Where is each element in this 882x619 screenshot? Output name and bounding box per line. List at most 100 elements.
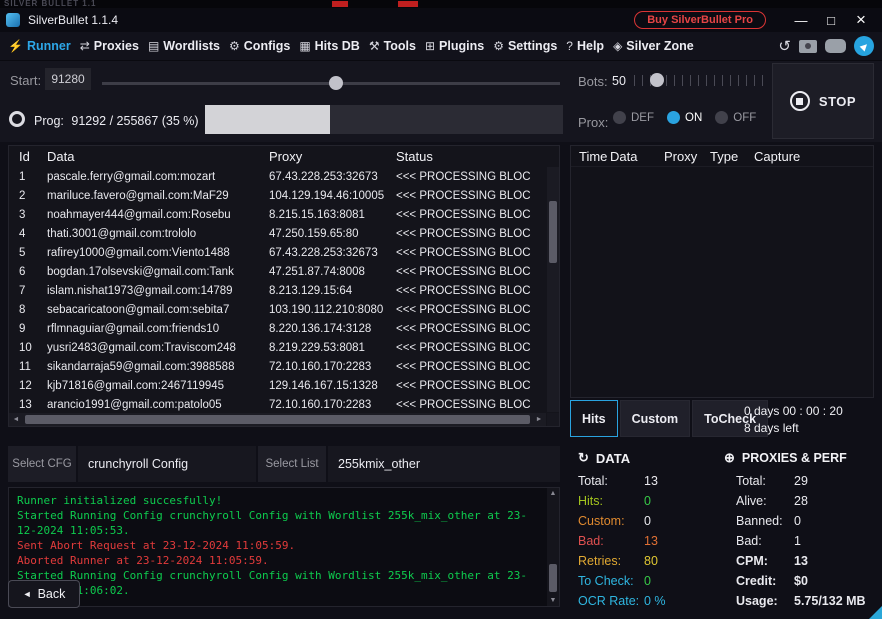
table-row[interactable]: 7 islam.nishat1973@gmail.com:14789 8.213… [9,281,559,300]
stop-label: STOP [819,94,856,109]
col-header-data[interactable]: Data [47,149,269,164]
log-line: Sent Abort Request at 23-12-2024 11:05:5… [17,538,541,553]
results-vertical-scrollbar[interactable] [547,167,559,412]
scrollbar-thumb[interactable] [549,564,557,592]
abort-ring-icon[interactable] [9,111,25,127]
table-row[interactable]: 9 rflmnaguiar@gmail.com:friends10 8.220.… [9,319,559,338]
radio-icon [715,111,728,124]
bots-slider-handle[interactable] [650,73,664,87]
nav-item-icon: ⊞ [425,39,435,53]
col-header-proxy[interactable]: Proxy [664,149,710,164]
col-header-capture[interactable]: Capture [754,149,873,164]
prox-option[interactable]: DEF [613,111,654,124]
col-header-id[interactable]: Id [9,149,47,164]
prox-option[interactable]: OFF [715,111,756,124]
nav-right-icons: ↺ ▶ [778,36,874,56]
cell-proxy: 8.219.229.53:8081 [269,342,396,354]
table-row[interactable]: 5 rafirey1000@gmail.com:Viento1488 67.43… [9,243,559,262]
cell-data: bogdan.17olsevski@gmail.com:Tank [47,266,269,278]
nav-settings[interactable]: ⚙ Settings [493,39,557,53]
log-scrollbar[interactable]: ▲ ▼ [547,488,559,606]
start-slider-handle[interactable] [329,76,343,90]
cell-id: 7 [9,285,47,297]
table-row[interactable]: 1 pascale.ferry@gmail.com:mozart 67.43.2… [9,167,559,186]
select-cfg-button[interactable]: Select CFG [8,446,76,482]
stat-row: Bad: 1 [722,531,878,551]
table-row[interactable]: 6 bogdan.17olsevski@gmail.com:Tank 47.25… [9,262,559,281]
config-name-field[interactable]: crunchyroll Config [78,446,256,482]
stop-button[interactable]: STOP [772,63,874,139]
scroll-right-icon[interactable]: ► [532,416,546,423]
screenshot-camera-icon[interactable] [799,40,817,53]
maximize-button[interactable]: □ [816,13,846,28]
back-button[interactable]: ◄ Back [8,580,80,608]
col-header-status[interactable]: Status [396,149,559,164]
col-header-type[interactable]: Type [710,149,754,164]
table-row[interactable]: 13 arancio1991@gmail.com:patolo05 72.10.… [9,395,559,414]
cell-proxy: 103.190.112.210:8080 [269,304,396,316]
nav-hits-db[interactable]: ▦ Hits DB [299,39,360,53]
nav-proxies[interactable]: ⇄ Proxies [80,39,139,53]
resize-grip[interactable] [869,606,882,619]
nav-tools[interactable]: ⚒ Tools [369,39,416,53]
table-row[interactable]: 3 noahmayer444@gmail.com:Rosebu 8.215.15… [9,205,559,224]
stat-value: 0 [644,514,651,528]
prox-option-label: ON [685,112,702,124]
scroll-left-icon[interactable]: ◄ [9,416,23,423]
table-row[interactable]: 4 thati.3001@gmail.com:trololo 47.250.15… [9,224,559,243]
nav-plugins[interactable]: ⊞ Plugins [425,39,484,53]
discord-icon[interactable] [825,39,846,53]
nav-item-label: Settings [508,39,557,53]
table-row[interactable]: 12 kjb71816@gmail.com:2467119945 129.146… [9,376,559,395]
log-line: Runner initialized succesfully! [17,493,541,508]
stat-row: Alive: 28 [722,491,878,511]
stop-square-icon [796,98,803,105]
tab[interactable]: Hits [570,400,618,437]
table-row[interactable]: 10 yusri2483@gmail.com:Traviscom248 8.21… [9,338,559,357]
minimize-button[interactable]: — [786,13,816,28]
col-header-data[interactable]: Data [610,149,664,164]
tab[interactable]: Custom [620,400,691,437]
close-button[interactable]: × [846,10,876,30]
prox-label: Prox: [578,115,608,130]
scrollbar-thumb[interactable] [25,415,530,424]
table-row[interactable]: 2 mariluce.favero@gmail.com:MaF29 104.12… [9,186,559,205]
col-header-proxy[interactable]: Proxy [269,149,396,164]
stat-value: $0 [794,574,808,588]
start-slider[interactable] [102,76,560,90]
stat-value: 13 [644,474,658,488]
results-horizontal-scrollbar[interactable]: ◄ ► [9,413,546,426]
table-row[interactable]: 8 sebacaricatoon@gmail.com:sebita7 103.1… [9,300,559,319]
nav-wordlists[interactable]: ▤ Wordlists [148,39,220,53]
timer-elapsed: 0 days 00 : 00 : 20 [744,403,843,420]
telegram-icon[interactable]: ▶ [854,36,874,56]
start-value-field[interactable]: 91280 [45,68,91,90]
bots-slider[interactable] [634,70,767,90]
scrollbar-thumb[interactable] [549,201,557,263]
nav-configs[interactable]: ⚙ Configs [229,39,290,53]
nav-item-label: Tools [384,39,416,53]
select-list-button[interactable]: Select List [258,446,326,482]
progress-bar [205,105,563,134]
stat-label: Retries: [578,554,644,568]
nav-silver-zone[interactable]: ◈ Silver Zone [613,39,694,53]
nav-item-label: Configs [244,39,291,53]
prox-option[interactable]: ON [667,111,702,124]
scroll-down-icon[interactable]: ▼ [547,597,559,604]
history-icon[interactable]: ↺ [778,37,791,55]
stat-row: Custom: 0 [570,511,718,531]
nav-runner[interactable]: ⚡ Runner [8,39,71,53]
stat-value: 5.75/132 MB [794,594,866,608]
stat-value: 13 [644,534,658,548]
wordlist-name-field[interactable]: 255kmix_other [328,446,560,482]
col-header-time[interactable]: Time [579,149,610,164]
nav-help[interactable]: ? Help [566,39,604,53]
buy-pro-button[interactable]: Buy SilverBullet Pro [634,11,766,29]
cell-data: islam.nishat1973@gmail.com:14789 [47,285,269,297]
nav-item-icon: ⚡ [8,39,23,53]
nav-item-icon: ◈ [613,39,622,53]
cell-status: <<< PROCESSING BLOC [396,361,559,373]
table-row[interactable]: 11 sikandarraja59@gmail.com:3988588 72.1… [9,357,559,376]
scroll-up-icon[interactable]: ▲ [547,490,559,497]
data-stats-title: DATA [596,451,630,466]
